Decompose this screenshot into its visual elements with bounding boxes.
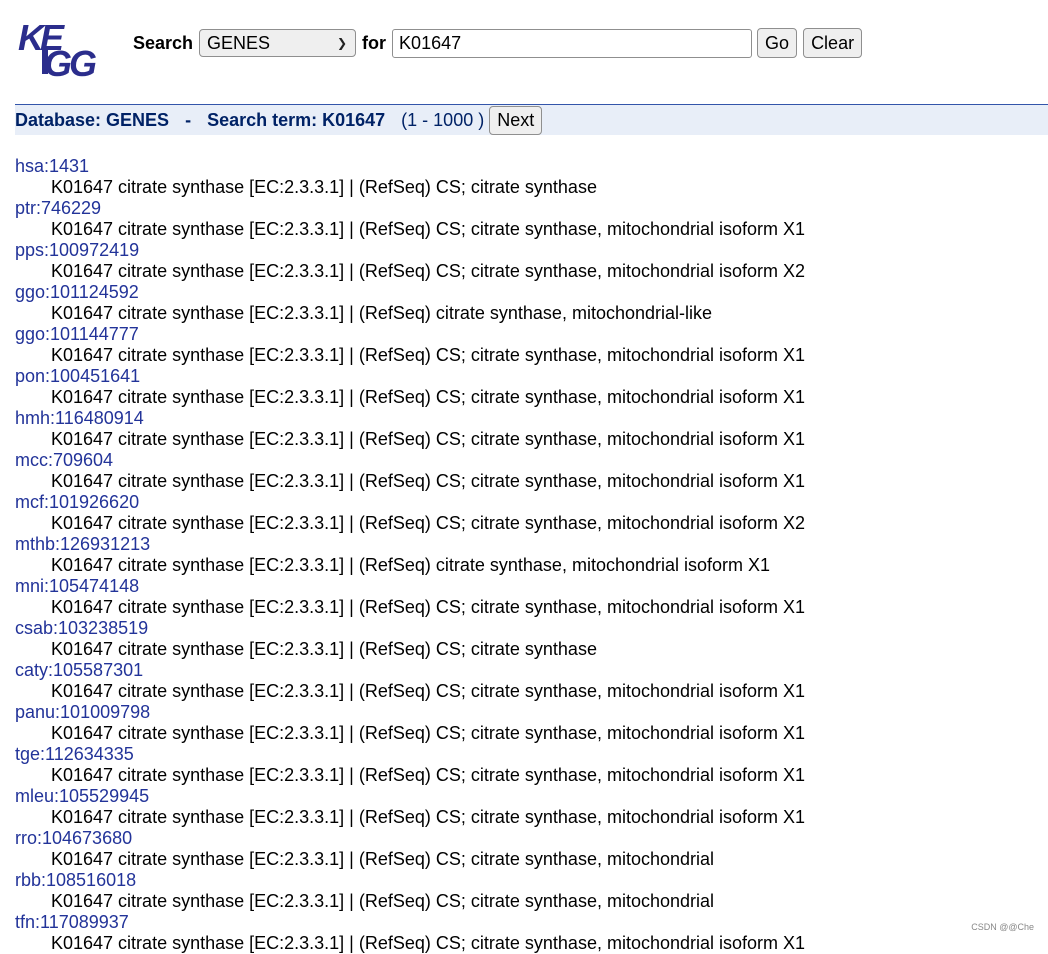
next-button[interactable]: Next xyxy=(489,105,543,135)
list-item: mcc:709604 K01647 citrate synthase [EC:2.… xyxy=(15,450,1035,492)
gene-link[interactable]: hsa:1431 xyxy=(15,156,1035,177)
list-item: ggo:101124592 K01647 citrate synthase [EC… xyxy=(15,282,1035,324)
list-item: pon:100451641 K01647 citrate synthase [EC… xyxy=(15,366,1035,408)
list-item: caty:105587301 K01647 citrate synthase [E… xyxy=(15,660,1035,702)
gene-description: K01647 citrate synthase [EC:2.3.3.1] | (… xyxy=(51,639,597,659)
gene-description: K01647 citrate synthase [EC:2.3.3.1] | (… xyxy=(51,933,806,953)
list-item: panu:101009798 K01647 citrate synthase [E… xyxy=(15,702,1035,744)
gene-link[interactable]: mcf:101926620 xyxy=(15,492,1035,513)
gene-description: K01647 citrate synthase [EC:2.3.3.1] | (… xyxy=(51,387,806,407)
gene-link[interactable]: mthb:126931213 xyxy=(15,534,1035,555)
go-button[interactable]: Go xyxy=(757,28,798,58)
clear-button[interactable]: Clear xyxy=(803,28,863,58)
gene-description: K01647 citrate synthase [EC:2.3.3.1] | (… xyxy=(51,723,806,743)
list-item: ggo:101144777 K01647 citrate synthase [EC… xyxy=(15,324,1035,366)
database-bar: Database: GENES - Search term: K01647 (1… xyxy=(15,104,1048,135)
gene-description: K01647 citrate synthase [EC:2.3.3.1] | (… xyxy=(51,807,806,827)
list-item: pps:100972419 K01647 citrate synthase [EC… xyxy=(15,240,1035,282)
gene-description: K01647 citrate synthase [EC:2.3.3.1] | (… xyxy=(51,261,806,281)
search-label: Search xyxy=(133,32,194,53)
list-item: hmh:116480914 K01647 citrate synthase [EC… xyxy=(15,408,1035,450)
list-item: rbb:108516018 K01647 citrate synthase [EC… xyxy=(15,870,1035,912)
gene-description: K01647 citrate synthase [EC:2.3.3.1] | (… xyxy=(51,891,715,911)
gene-link[interactable]: mleu:105529945 xyxy=(15,786,1035,807)
database-name: Database: GENES xyxy=(15,109,170,130)
gene-link[interactable]: ggo:101144777 xyxy=(15,324,1035,345)
header: KE GG Search GENES ❯ for Go Clear xyxy=(0,0,1048,100)
gene-description: K01647 citrate synthase [EC:2.3.3.1] | (… xyxy=(51,177,597,197)
gene-link[interactable]: mni:105474148 xyxy=(15,576,1035,597)
gene-link[interactable]: mcc:709604 xyxy=(15,450,1035,471)
separator: - xyxy=(185,109,192,130)
result-range: (1 - 1000 ) xyxy=(401,109,485,130)
gene-link[interactable]: csab:103238519 xyxy=(15,618,1035,639)
gene-link[interactable]: pps:100972419 xyxy=(15,240,1035,261)
list-item: mcf:101926620 K01647 citrate synthase [EC… xyxy=(15,492,1035,534)
gene-description: K01647 citrate synthase [EC:2.3.3.1] | (… xyxy=(51,471,806,491)
for-label: for xyxy=(362,32,387,53)
gene-link[interactable]: rbb:108516018 xyxy=(15,870,1035,891)
list-item: csab:103238519 K01647 citrate synthase [E… xyxy=(15,618,1035,660)
gene-description: K01647 citrate synthase [EC:2.3.3.1] | (… xyxy=(51,219,806,239)
list-item: mleu:105529945 K01647 citrate synthase [E… xyxy=(15,786,1035,828)
gene-description: K01647 citrate synthase [EC:2.3.3.1] | (… xyxy=(51,345,806,365)
search-form: Search GENES ❯ for Go Clear xyxy=(133,28,863,58)
gene-link[interactable]: ptr:746229 xyxy=(15,198,1035,219)
gene-link[interactable]: panu:101009798 xyxy=(15,702,1035,723)
list-item: ptr:746229 K01647 citrate synthase [EC:2.… xyxy=(15,198,1035,240)
gene-description: K01647 citrate synthase [EC:2.3.3.1] | (… xyxy=(51,429,806,449)
watermark: CSDN @@Che xyxy=(971,922,1034,932)
search-term: Search term: K01647 xyxy=(207,109,386,130)
database-select-value: GENES xyxy=(207,32,271,53)
gene-description: K01647 citrate synthase [EC:2.3.3.1] | (… xyxy=(51,597,806,617)
list-item: rro:104673680 K01647 citrate synthase [EC… xyxy=(15,828,1035,870)
list-item: hsa:1431 K01647 citrate synthase [EC:2.3.… xyxy=(15,156,1035,198)
gene-description: K01647 citrate synthase [EC:2.3.3.1] | (… xyxy=(51,513,806,533)
gene-link[interactable]: hmh:116480914 xyxy=(15,408,1035,429)
list-item: mni:105474148 K01647 citrate synthase [EC… xyxy=(15,576,1035,618)
gene-description: K01647 citrate synthase [EC:2.3.3.1] | (… xyxy=(51,555,771,575)
gene-description: K01647 citrate synthase [EC:2.3.3.1] | (… xyxy=(51,849,715,869)
gene-description: K01647 citrate synthase [EC:2.3.3.1] | (… xyxy=(51,765,806,785)
gene-link[interactable]: caty:105587301 xyxy=(15,660,1035,681)
gene-link[interactable]: rro:104673680 xyxy=(15,828,1035,849)
gene-link[interactable]: pon:100451641 xyxy=(15,366,1035,387)
list-item: tfn:117089937 K01647 citrate synthase [EC… xyxy=(15,912,1035,954)
gene-description: K01647 citrate synthase [EC:2.3.3.1] | (… xyxy=(51,681,806,701)
list-item: tge:112634335 K01647 citrate synthase [EC… xyxy=(15,744,1035,786)
kegg-logo[interactable]: KE GG xyxy=(18,16,112,82)
svg-text:GG: GG xyxy=(44,43,96,82)
gene-link[interactable]: tge:112634335 xyxy=(15,744,1035,765)
database-select[interactable]: GENES ❯ xyxy=(199,29,357,57)
gene-description: K01647 citrate synthase [EC:2.3.3.1] | (… xyxy=(51,303,712,323)
search-input[interactable] xyxy=(392,28,753,58)
gene-link[interactable]: ggo:101124592 xyxy=(15,282,1035,303)
list-item: mthb:126931213 K01647 citrate synthase [E… xyxy=(15,534,1035,576)
gene-link[interactable]: tfn:117089937 xyxy=(15,912,1035,933)
chevron-down-icon: ❯ xyxy=(336,36,348,50)
results-list: hsa:1431 K01647 citrate synthase [EC:2.3.… xyxy=(15,156,1035,954)
